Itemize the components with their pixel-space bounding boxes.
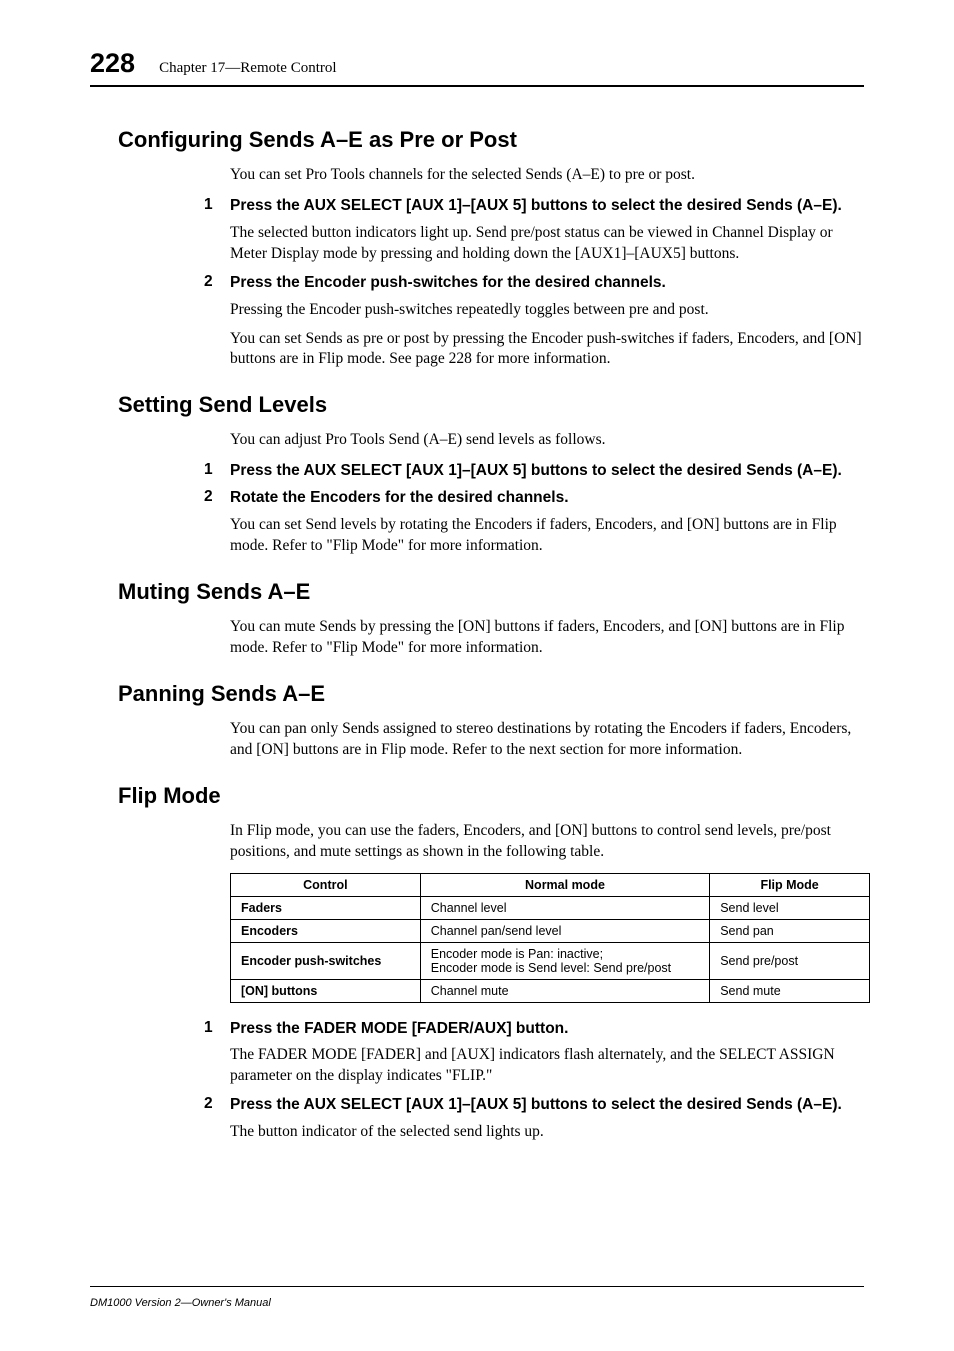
step-number: 2	[204, 488, 230, 509]
th-normal: Normal mode	[420, 873, 709, 896]
setting-step2: 2 Rotate the Encoders for the desired ch…	[204, 488, 864, 509]
heading-muting: Muting Sends A–E	[118, 579, 864, 605]
flip-step2: 2 Press the AUX SELECT [AUX 1]–[AUX 5] b…	[204, 1095, 864, 1116]
panning-body: You can pan only Sends assigned to stere…	[230, 719, 864, 761]
page-number: 228	[90, 48, 135, 79]
table-row: Faders Channel level Send level	[231, 896, 870, 919]
step-label: Press the AUX SELECT [AUX 1]–[AUX 5] but…	[230, 196, 842, 217]
step-number: 1	[204, 461, 230, 482]
cell-flip: Send pan	[710, 919, 870, 942]
step-label: Press the AUX SELECT [AUX 1]–[AUX 5] but…	[230, 461, 842, 482]
flip-step1-body: The FADER MODE [FADER] and [AUX] indicat…	[230, 1045, 864, 1087]
step-label: Press the FADER MODE [FADER/AUX] button.	[230, 1019, 568, 1040]
cell-flip: Send level	[710, 896, 870, 919]
cell-normal: Channel pan/send level	[420, 919, 709, 942]
configuring-step2: 2 Press the Encoder push-switches for th…	[204, 273, 864, 294]
step-number: 1	[204, 1019, 230, 1040]
cell-control: Encoders	[231, 919, 421, 942]
step-number: 1	[204, 196, 230, 217]
step-number: 2	[204, 273, 230, 294]
th-control: Control	[231, 873, 421, 896]
flip-intro: In Flip mode, you can use the faders, En…	[230, 821, 864, 863]
setting-step1: 1 Press the AUX SELECT [AUX 1]–[AUX 5] b…	[204, 461, 864, 482]
cell-control: [ON] buttons	[231, 979, 421, 1002]
cell-control: Faders	[231, 896, 421, 919]
cell-control: Encoder push-switches	[231, 942, 421, 979]
cell-flip: Send pre/post	[710, 942, 870, 979]
heading-configuring: Configuring Sends A–E as Pre or Post	[118, 127, 864, 153]
table-row: Encoders Channel pan/send level Send pan	[231, 919, 870, 942]
step-label: Press the AUX SELECT [AUX 1]–[AUX 5] but…	[230, 1095, 842, 1116]
table-header-row: Control Normal mode Flip Mode	[231, 873, 870, 896]
configuring-intro: You can set Pro Tools channels for the s…	[230, 165, 864, 186]
cell-normal: Encoder mode is Pan: inactive; Encoder m…	[420, 942, 709, 979]
header-rule	[90, 85, 864, 87]
flip-mode-table: Control Normal mode Flip Mode Faders Cha…	[230, 873, 870, 1003]
step-label: Rotate the Encoders for the desired chan…	[230, 488, 569, 509]
footer-text: DM1000 Version 2—Owner's Manual	[90, 1297, 271, 1309]
configuring-step1-body: The selected button indicators light up.…	[230, 223, 864, 265]
footer-rule	[90, 1286, 864, 1287]
cell-normal: Channel level	[420, 896, 709, 919]
configuring-step2-body2: You can set Sends as pre or post by pres…	[230, 329, 864, 371]
flip-step2-body: The button indicator of the selected sen…	[230, 1122, 864, 1143]
cell-flip: Send mute	[710, 979, 870, 1002]
cell-normal: Channel mute	[420, 979, 709, 1002]
table-row: Encoder push-switches Encoder mode is Pa…	[231, 942, 870, 979]
chapter-label: Chapter 17—Remote Control	[159, 60, 336, 77]
step-label: Press the Encoder push-switches for the …	[230, 273, 666, 294]
heading-setting: Setting Send Levels	[118, 392, 864, 418]
step-number: 2	[204, 1095, 230, 1116]
configuring-step2-body1: Pressing the Encoder push-switches repea…	[230, 300, 864, 321]
page-header: 228 Chapter 17—Remote Control	[90, 48, 864, 79]
flip-step1: 1 Press the FADER MODE [FADER/AUX] butto…	[204, 1019, 864, 1040]
table-row: [ON] buttons Channel mute Send mute	[231, 979, 870, 1002]
setting-intro: You can adjust Pro Tools Send (A–E) send…	[230, 430, 864, 451]
heading-panning: Panning Sends A–E	[118, 681, 864, 707]
heading-flip: Flip Mode	[118, 783, 864, 809]
setting-step2-body: You can set Send levels by rotating the …	[230, 515, 864, 557]
muting-body: You can mute Sends by pressing the [ON] …	[230, 617, 864, 659]
page-footer: DM1000 Version 2—Owner's Manual	[90, 1286, 864, 1311]
th-flip: Flip Mode	[710, 873, 870, 896]
configuring-step1: 1 Press the AUX SELECT [AUX 1]–[AUX 5] b…	[204, 196, 864, 217]
